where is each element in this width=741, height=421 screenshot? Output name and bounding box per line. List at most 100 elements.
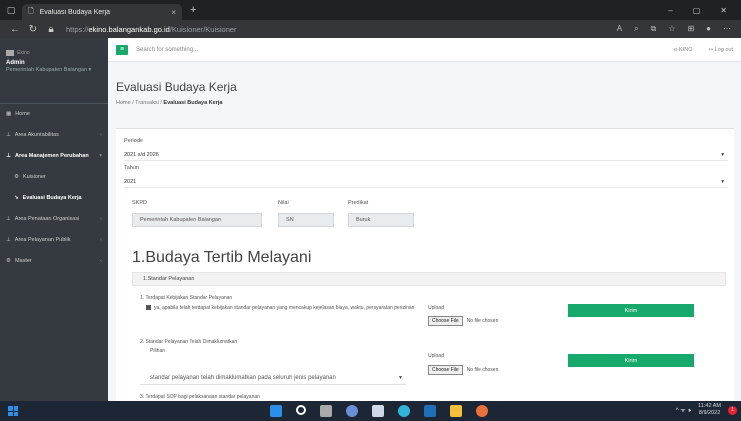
sidebar-item-area-akuntabilitas[interactable]: ⊥ Area Akuntabilitas ‹	[0, 125, 108, 146]
sidebar: Ekino Admin Pemerintah Kabupaten Balanga…	[0, 38, 108, 401]
system-tray: ^ ᯤ 🕩 11:42 AM 8/9/2022 1	[676, 403, 737, 417]
page-icon: 🗋	[28, 7, 34, 15]
question-1-answer[interactable]: ya, apabila telah terdapat kebijakan sta…	[146, 305, 416, 312]
sidebar-item-area-pelayanan-publik[interactable]: ⊥ Area Pelayanan Publik ‹	[0, 230, 108, 251]
periode-label: Periode	[124, 138, 143, 144]
menu-toggle-button[interactable]: ≡	[116, 44, 128, 55]
read-aloud-icon[interactable]: A	[617, 24, 622, 34]
sidebar-item-kuisioner[interactable]: ⚙ Kuisioner	[0, 167, 108, 188]
window-menu-icon[interactable]: ▢	[0, 0, 22, 20]
clock-time: 11:42 AM	[698, 403, 721, 409]
sidebar-item-area-manajemen-perubahan[interactable]: ⊥ Area Manajemen Perubahan ▾	[0, 146, 108, 167]
windows-start-icon[interactable]	[8, 406, 18, 416]
sidebar-item-area-penataan-organisasi[interactable]: ⊥ Area Penataan Organisasi ‹	[0, 209, 108, 230]
tahun-value: 2021	[124, 178, 137, 185]
search-icon[interactable]	[296, 405, 306, 415]
tray-icons[interactable]: ^ ᯤ 🕩	[676, 406, 691, 415]
pilihan-value: standar pelayanan telah dimaklumatkan pa…	[150, 374, 336, 381]
chevron-left-icon: ‹	[100, 258, 102, 264]
breadcrumb: Home / Transaksi / Evaluasi Budaya Kerja	[116, 100, 222, 106]
favorites-icon[interactable]: ☆	[668, 24, 675, 34]
breadcrumb-current: Evaluasi Budaya Kerja	[163, 100, 223, 106]
more-icon[interactable]: ⋯	[723, 24, 731, 34]
sidebar-item-label: Area Pelayanan Publik	[14, 237, 71, 243]
chevron-down-icon: ▾	[398, 375, 402, 381]
minimize-button[interactable]: –	[668, 6, 672, 15]
back-icon[interactable]: ←	[6, 24, 24, 35]
file-status: No file chosen	[466, 318, 499, 324]
task-view-icon[interactable]	[320, 405, 332, 417]
pilihan-label: Pilihan	[150, 348, 166, 354]
nilai-field: SN	[278, 213, 334, 227]
chart-icon: ⊥	[6, 216, 11, 222]
periode-select[interactable]: 2021 s/d 2026 ▾	[124, 149, 728, 161]
sidebar-item-evaluasi-budaya-kerja[interactable]: ↘ Evaluasi Budaya Kerja	[0, 188, 108, 209]
tahun-label: Tahun	[124, 165, 139, 171]
kirim-button[interactable]: Kirim	[568, 304, 694, 317]
new-tab-button[interactable]: +	[190, 4, 196, 16]
subsection-header: 1.Standar Pelayanan	[132, 272, 726, 286]
arrow-icon: ↘	[14, 195, 19, 201]
reload-icon[interactable]: ↻	[24, 24, 42, 35]
edge-icon[interactable]	[398, 405, 410, 417]
profile-icon[interactable]: ●	[706, 24, 711, 34]
user-org[interactable]: Pemerintah Kabupaten Balangan ▾	[6, 67, 102, 74]
search-input[interactable]: Search for something...	[136, 47, 674, 53]
checkbox[interactable]	[146, 305, 151, 310]
chevron-left-icon: ‹	[100, 216, 102, 222]
app-label[interactable]: e-KINO	[674, 47, 692, 53]
tab-close-icon[interactable]: ×	[171, 8, 176, 17]
breadcrumb-transaksi[interactable]: Transaksi	[135, 100, 159, 106]
url-path: /Kuisioner/Kuisioner	[169, 24, 237, 34]
collections-icon[interactable]: ⊞	[687, 24, 694, 34]
logo-mark	[6, 50, 14, 56]
sidebar-item-home[interactable]: ▦ Home	[0, 104, 108, 125]
address-bar: ← ↻ 🔒︎ https://ekino.balangankab.go.id/K…	[0, 20, 741, 38]
url-field[interactable]: https://ekino.balangankab.go.id/Kuisione…	[66, 25, 617, 34]
top-right-links: e-KINO ↦ Log out	[674, 47, 733, 53]
choose-file-button[interactable]: Choose File	[428, 365, 463, 375]
file-input-2[interactable]: Choose File No file chosen	[428, 365, 498, 375]
sidebar-item-master[interactable]: ⚙ Master ‹	[0, 251, 108, 272]
notification-badge[interactable]: 1	[728, 405, 737, 415]
zoom-icon[interactable]: ⌕	[634, 24, 638, 34]
sidebar-item-label: Kuisioner	[22, 174, 46, 180]
folder-icon[interactable]	[450, 405, 462, 417]
url-host: ekino.balangankab.go.id	[88, 24, 170, 34]
widgets-icon[interactable]	[372, 405, 384, 417]
firefox-icon[interactable]	[476, 405, 488, 417]
browser-tab[interactable]: 🗋 Evaluasi Budaya Kerja ×	[22, 4, 182, 20]
pilihan-select[interactable]: standar pelayanan telah dimaklumatkan pa…	[140, 371, 406, 385]
clock-date: 8/9/2022	[698, 410, 721, 416]
maximize-button[interactable]: ▢	[693, 6, 701, 15]
clock[interactable]: 11:42 AM 8/9/2022	[698, 403, 721, 417]
photoshop-icon[interactable]	[424, 405, 436, 417]
sidebar-item-label: Master	[14, 258, 32, 264]
nilai-label: Nilai	[278, 200, 289, 206]
close-window-button[interactable]: ✕	[720, 6, 727, 15]
chart-icon: ⊥	[6, 132, 11, 138]
form-card: Periode 2021 s/d 2026 ▾ Tahun 2021 ▾ SKPD …	[116, 128, 734, 401]
upload-label: Upload	[428, 305, 444, 311]
chevron-down-icon: ▾	[721, 151, 724, 158]
breadcrumb-home[interactable]: Home	[116, 100, 131, 106]
tahun-select[interactable]: 2021 ▾	[124, 176, 728, 188]
start-icon[interactable]	[270, 405, 282, 417]
choose-file-button[interactable]: Choose File	[428, 316, 463, 326]
user-name: Admin	[6, 60, 25, 66]
chat-icon[interactable]	[346, 405, 358, 417]
toolbar-icons: A ⌕ ⧉ ☆ ⊞ ● ⋯	[617, 24, 735, 34]
kirim-button[interactable]: Kirim	[568, 354, 694, 367]
file-input[interactable]: Choose File No file chosen	[428, 316, 498, 326]
main-content: Evaluasi Budaya Kerja Home / Transaksi /…	[108, 62, 741, 401]
question-1: 1. Terdapat Kebijakan Standar Pelayanan	[140, 295, 233, 301]
gear-icon: ⚙	[14, 174, 19, 180]
predikat-label: Predikat	[348, 200, 369, 206]
chevron-left-icon: ‹	[100, 237, 102, 243]
page-title: Evaluasi Budaya Kerja	[116, 80, 237, 94]
skpd-field: Pemerintah Kabupaten Balangan	[132, 213, 262, 227]
logout-link[interactable]: ↦ Log out	[709, 47, 734, 53]
sidebar-item-label: Home	[15, 111, 30, 117]
lock-icon[interactable]: 🔒︎	[42, 24, 60, 35]
extensions-icon[interactable]: ⧉	[651, 24, 657, 34]
